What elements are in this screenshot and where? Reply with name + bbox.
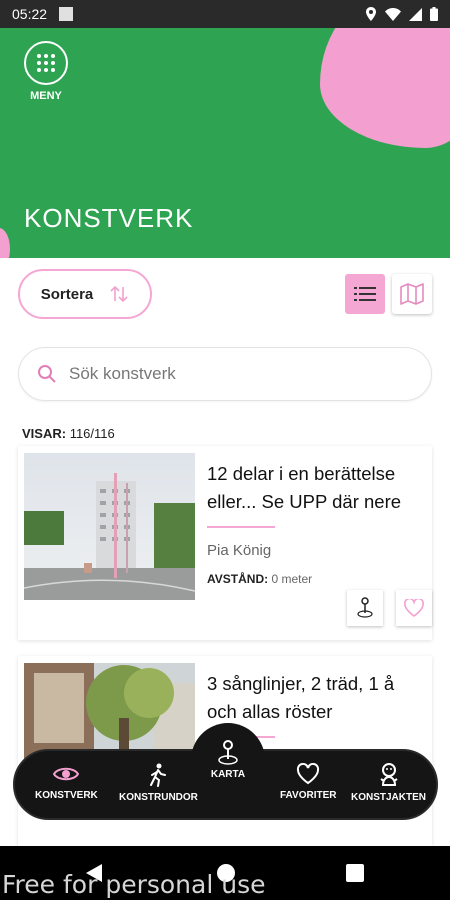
- nav-label: KONSTRUNDOR: [119, 792, 198, 803]
- menu-label: MENY: [30, 90, 62, 102]
- list-icon: [354, 287, 376, 301]
- character-icon: [379, 763, 398, 786]
- results-value: 116/116: [69, 426, 115, 441]
- search-icon: [38, 365, 56, 383]
- eye-icon: [53, 767, 80, 781]
- pin-icon: [218, 740, 238, 765]
- search-input[interactable]: [69, 364, 369, 384]
- results-label: VISAR:: [22, 426, 67, 441]
- header-banner: MENY KONSTVERK: [0, 28, 450, 258]
- sort-label: Sortera: [40, 285, 94, 303]
- decorative-blob: [320, 28, 450, 148]
- status-icons: [365, 7, 438, 21]
- nav-konstrundor[interactable]: KONSTRUNDOR: [119, 763, 198, 803]
- notification-icon: [59, 7, 74, 21]
- artwork-title: 3 sånglinjer, 2 träd, 1 å och allas röst…: [207, 673, 395, 722]
- status-bar: 05:22: [0, 0, 450, 28]
- location-icon: [366, 7, 376, 21]
- walking-icon: [150, 763, 167, 787]
- artwork-artist: Pia König: [207, 542, 272, 559]
- artwork-distance: AVSTÅND: 0 meter: [207, 572, 312, 586]
- map-pin-icon: [357, 597, 373, 618]
- page-title: KONSTVERK: [24, 203, 194, 233]
- artwork-title: 12 delar i en berättelse eller... Se UPP…: [207, 463, 402, 512]
- wifi-icon: [385, 7, 401, 21]
- nav-karta[interactable]: KARTA: [191, 723, 265, 797]
- artwork-card[interactable]: 12 delar i en berättelse eller... Se UPP…: [18, 446, 432, 640]
- show-on-map-button[interactable]: [347, 590, 383, 626]
- heart-icon: [404, 599, 424, 617]
- map-icon: [400, 283, 424, 305]
- battery-icon: [430, 7, 438, 21]
- list-view-button[interactable]: [345, 274, 385, 314]
- nav-favoriter[interactable]: FAVORITER: [280, 763, 336, 801]
- status-time: 05:22: [12, 6, 48, 22]
- nav-konstverk[interactable]: KONSTVERK: [35, 763, 98, 801]
- bottom-navigation: KONSTVERK KONSTRUNDOR KARTA FAVORITER KO…: [13, 723, 438, 820]
- favorite-button[interactable]: [396, 590, 432, 626]
- decorative-blob-small: [0, 228, 10, 258]
- grid-icon: [37, 54, 55, 72]
- heart-icon: [297, 763, 320, 785]
- signal-icon: [409, 7, 422, 21]
- nav-label: KONSTJAKTEN: [351, 792, 427, 803]
- results-count: VISAR: 116/116: [22, 426, 115, 441]
- distance-value: 0 meter: [271, 572, 313, 586]
- sort-button[interactable]: Sortera: [18, 269, 152, 319]
- nav-label: KONSTVERK: [35, 790, 98, 801]
- nav-label: KARTA: [210, 769, 246, 780]
- sort-arrows-icon: [110, 285, 128, 303]
- watermark: Free for personal use: [2, 870, 266, 899]
- menu-button[interactable]: [24, 41, 68, 85]
- nav-label: FAVORITER: [280, 790, 337, 801]
- distance-label: AVSTÅND:: [207, 572, 269, 586]
- nav-konstjakten[interactable]: KONSTJAKTEN: [351, 763, 426, 803]
- title-divider: [207, 526, 275, 528]
- search-bar[interactable]: [18, 347, 432, 401]
- map-view-button[interactable]: [392, 274, 432, 314]
- recents-icon[interactable]: [346, 864, 364, 882]
- artwork-image: [24, 453, 195, 600]
